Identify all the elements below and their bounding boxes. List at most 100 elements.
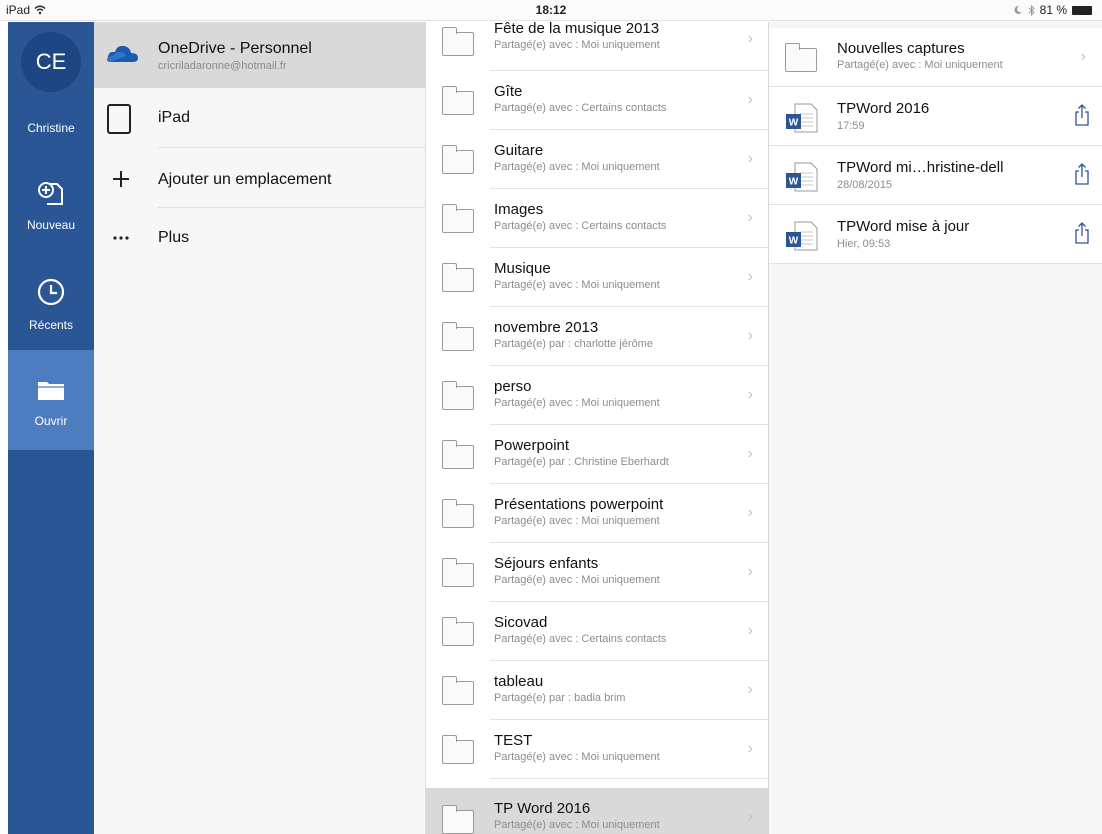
location-ipad-title: iPad	[158, 109, 191, 126]
folder-list: Fête de la musique 2013 Partagé(e) avec …	[426, 22, 769, 834]
location-ipad[interactable]: iPad	[94, 88, 426, 148]
nav-recents-label: Récents	[28, 318, 74, 332]
share-icon[interactable]	[1074, 104, 1090, 126]
chevron-right-icon: ›	[1080, 48, 1086, 65]
folder-icon	[442, 381, 474, 410]
location-add[interactable]: Ajouter un emplacement	[94, 148, 426, 208]
chevron-right-icon: ›	[747, 681, 753, 698]
folder-sharing: Partagé(e) avec : Moi uniquement	[494, 39, 660, 51]
folder-row-selected[interactable]: TP Word 2016 Partagé(e) avec : Moi uniqu…	[426, 788, 768, 834]
chevron-right-icon: ›	[747, 30, 753, 47]
folder-sharing: Partagé(e) avec : Moi uniquement	[494, 397, 660, 409]
file-name: TPWord mi…hristine-dell	[837, 159, 1004, 176]
folder-sharing: Partagé(e) avec : Moi uniquement	[494, 161, 660, 173]
bluetooth-icon	[1028, 4, 1035, 16]
nav-ouvrir[interactable]: Ouvrir	[8, 350, 94, 450]
nav-recents[interactable]: Récents	[8, 262, 94, 362]
folder-name: Powerpoint	[494, 437, 570, 454]
file-row[interactable]: W TPWord mise à jour Hier, 09:53	[769, 205, 1102, 264]
nav-nouveau-label: Nouveau	[26, 218, 76, 232]
new-document-icon	[38, 182, 63, 205]
share-icon[interactable]	[1074, 222, 1090, 244]
chevron-right-icon: ›	[747, 91, 753, 108]
folder-name: novembre 2013	[494, 319, 599, 336]
ipad-icon	[107, 104, 131, 134]
word-document-icon: W	[786, 221, 818, 251]
nav-nouveau[interactable]: Nouveau	[8, 162, 94, 262]
folder-name: Sicovad	[494, 614, 548, 631]
folder-sharing: Partagé(e) par : Christine Eberhardt	[494, 456, 669, 468]
app-sidebar: CE Christine Nouveau Récents Ouvrir	[8, 22, 94, 834]
folder-name: TEST	[494, 732, 533, 749]
chevron-right-icon: ›	[747, 808, 753, 825]
folder-row[interactable]: Sicovad Partagé(e) avec : Certains conta…	[426, 602, 768, 661]
folder-icon	[785, 43, 817, 72]
ellipsis-icon	[113, 236, 129, 240]
folder-row[interactable]: Powerpoint Partagé(e) par : Christine Eb…	[426, 425, 768, 484]
folder-name: Musique	[494, 260, 551, 277]
svg-text:W: W	[789, 118, 799, 129]
folder-sharing: Partagé(e) avec : Certains contacts	[494, 633, 667, 645]
folder-icon	[442, 558, 474, 587]
folder-row[interactable]: tableau Partagé(e) par : badia brim ›	[426, 661, 768, 720]
folder-row[interactable]: Musique Partagé(e) avec : Moi uniquement…	[426, 248, 768, 307]
folder-sharing: Partagé(e) avec : Moi uniquement	[494, 751, 660, 763]
account-button[interactable]: CE Christine	[8, 22, 94, 135]
location-add-title: Ajouter un emplacement	[158, 171, 332, 188]
subfolder-row[interactable]: Nouvelles captures Partagé(e) avec : Moi…	[769, 28, 1102, 87]
folder-name: Guitare	[494, 142, 544, 159]
folder-row[interactable]: Présentations powerpoint Partagé(e) avec…	[426, 484, 768, 543]
chevron-right-icon: ›	[747, 445, 753, 462]
folder-row[interactable]: Fête de la musique 2013 Partagé(e) avec …	[426, 22, 768, 71]
file-row[interactable]: W TPWord mi…hristine-dell 28/08/2015	[769, 146, 1102, 205]
folder-icon	[442, 27, 474, 56]
folder-icon	[442, 204, 474, 233]
folder-row[interactable]: TEST Partagé(e) avec : Moi uniquement ›	[426, 720, 768, 779]
folder-icon	[442, 735, 474, 764]
folder-sharing: Partagé(e) avec : Certains contacts	[494, 220, 667, 232]
folder-icon	[442, 86, 474, 115]
folder-name: Présentations powerpoint	[494, 496, 664, 513]
folder-icon	[442, 440, 474, 469]
folder-icon	[442, 322, 474, 351]
file-meta: Partagé(e) avec : Moi uniquement	[837, 59, 1003, 71]
battery-icon	[1072, 5, 1092, 15]
folder-icon	[442, 499, 474, 528]
nav-ouvrir-label: Ouvrir	[34, 414, 68, 428]
folder-row[interactable]: Gîte Partagé(e) avec : Certains contacts…	[426, 71, 768, 130]
folder-name: Images	[494, 201, 544, 218]
chevron-right-icon: ›	[747, 740, 753, 757]
folder-sharing: Partagé(e) par : charlotte jérôme	[494, 338, 653, 350]
file-list: Nouvelles captures Partagé(e) avec : Moi…	[769, 22, 1102, 834]
folder-sharing: Partagé(e) avec : Moi uniquement	[494, 279, 660, 291]
chevron-right-icon: ›	[747, 150, 753, 167]
chevron-right-icon: ›	[747, 268, 753, 285]
word-document-icon: W	[786, 103, 818, 133]
folder-name: TP Word 2016	[494, 800, 591, 817]
folder-row[interactable]: Images Partagé(e) avec : Certains contac…	[426, 189, 768, 248]
folder-row[interactable]: Séjours enfants Partagé(e) avec : Moi un…	[426, 543, 768, 602]
folder-row[interactable]: Guitare Partagé(e) avec : Moi uniquement…	[426, 130, 768, 189]
clock-icon	[37, 278, 65, 306]
locations-panel: OneDrive - Personnel cricriladaronne@hot…	[94, 22, 426, 834]
folder-icon	[442, 617, 474, 646]
chevron-right-icon: ›	[747, 563, 753, 580]
file-name: Nouvelles captures	[837, 40, 965, 57]
file-name: TPWord 2016	[837, 100, 930, 117]
location-onedrive[interactable]: OneDrive - Personnel cricriladaronne@hot…	[94, 22, 426, 88]
folder-row[interactable]: perso Partagé(e) avec : Moi uniquement ›	[426, 366, 768, 425]
folder-name: tableau	[494, 673, 544, 690]
folder-sharing: Partagé(e) avec : Certains contacts	[494, 102, 667, 114]
location-more[interactable]: Plus	[94, 208, 426, 268]
share-icon[interactable]	[1074, 163, 1090, 185]
plus-icon	[113, 171, 129, 187]
folder-sharing: Partagé(e) avec : Moi uniquement	[494, 515, 660, 527]
folder-sharing: Partagé(e) avec : Moi uniquement	[494, 819, 660, 831]
chevron-right-icon: ›	[747, 209, 753, 226]
file-row[interactable]: W TPWord 2016 17:59	[769, 87, 1102, 146]
file-meta: Hier, 09:53	[837, 238, 891, 250]
chevron-right-icon: ›	[747, 327, 753, 344]
folder-row[interactable]: novembre 2013 Partagé(e) par : charlotte…	[426, 307, 768, 366]
file-name: TPWord mise à jour	[837, 218, 970, 235]
file-meta: 17:59	[837, 120, 865, 132]
